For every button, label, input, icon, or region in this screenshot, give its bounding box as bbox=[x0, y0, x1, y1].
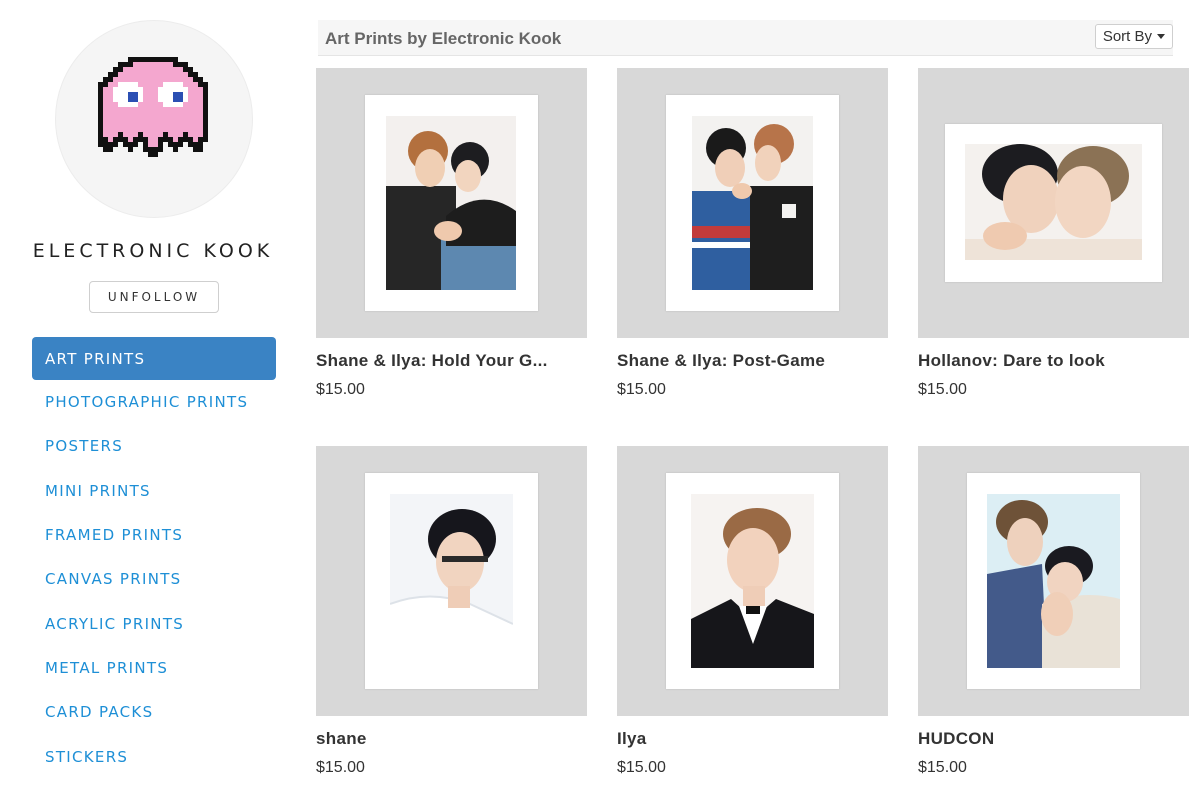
product-card[interactable]: Shane & Ilya: Hold Your G... $15.00 bbox=[316, 68, 587, 399]
sidebar-item-metal-prints[interactable]: METAL PRINTS bbox=[32, 646, 276, 690]
product-title[interactable]: Ilya bbox=[617, 729, 879, 749]
gallery-header: Art Prints by Electronic Kook Sort By bbox=[318, 20, 1173, 56]
sidebar-item-card-packs[interactable]: CARD PACKS bbox=[32, 690, 276, 734]
product-image[interactable] bbox=[617, 68, 888, 338]
print-mat bbox=[967, 473, 1140, 689]
product-image[interactable] bbox=[918, 68, 1189, 338]
artist-sidebar: ELECTRONIC KOOK UNFOLLOW ART PRINTS PHOT… bbox=[0, 0, 300, 786]
product-card[interactable]: HUDCON $15.00 bbox=[918, 446, 1189, 777]
print-mat bbox=[365, 95, 538, 311]
category-list: ART PRINTS PHOTOGRAPHIC PRINTS POSTERS M… bbox=[32, 337, 276, 779]
product-image[interactable] bbox=[316, 446, 587, 716]
artwork-thumbnail bbox=[965, 144, 1142, 260]
unfollow-button[interactable]: UNFOLLOW bbox=[89, 281, 219, 313]
product-title[interactable]: Hollanov: Dare to look bbox=[918, 351, 1180, 371]
sidebar-item-framed-prints[interactable]: FRAMED PRINTS bbox=[32, 513, 276, 557]
artwork-thumbnail bbox=[987, 494, 1120, 668]
sidebar-item-art-prints[interactable]: ART PRINTS bbox=[32, 337, 276, 380]
product-price: $15.00 bbox=[617, 759, 666, 776]
product-title[interactable]: HUDCON bbox=[918, 729, 1180, 749]
artwork-thumbnail bbox=[386, 116, 516, 290]
artwork-thumbnail bbox=[390, 494, 513, 668]
product-price: $15.00 bbox=[316, 759, 365, 776]
product-grid-area: Art Prints by Electronic Kook Sort By Sh… bbox=[316, 0, 1189, 786]
artwork-thumbnail bbox=[691, 494, 814, 668]
product-card[interactable]: Ilya $15.00 bbox=[617, 446, 888, 777]
product-card[interactable]: Hollanov: Dare to look $15.00 bbox=[918, 68, 1189, 399]
sidebar-item-mini-prints[interactable]: MINI PRINTS bbox=[32, 469, 276, 513]
sort-by-label: Sort By bbox=[1102, 28, 1152, 45]
avatar[interactable] bbox=[55, 20, 253, 218]
product-title[interactable]: Shane & Ilya: Hold Your G... bbox=[316, 351, 578, 371]
sort-by-dropdown[interactable]: Sort By bbox=[1094, 24, 1173, 49]
sidebar-item-photographic-prints[interactable]: PHOTOGRAPHIC PRINTS bbox=[32, 380, 276, 424]
product-card[interactable]: shane $15.00 bbox=[316, 446, 587, 777]
pink-ghost-icon bbox=[98, 57, 208, 157]
print-mat bbox=[666, 95, 839, 311]
print-mat bbox=[666, 473, 839, 689]
product-price: $15.00 bbox=[918, 381, 967, 398]
print-mat bbox=[945, 124, 1162, 282]
product-price: $15.00 bbox=[617, 381, 666, 398]
sidebar-item-canvas-prints[interactable]: CANVAS PRINTS bbox=[32, 557, 276, 601]
caret-down-icon bbox=[1157, 34, 1165, 39]
sidebar-item-stickers[interactable]: STICKERS bbox=[32, 734, 276, 778]
sidebar-item-posters[interactable]: POSTERS bbox=[32, 424, 276, 468]
artwork-thumbnail bbox=[692, 116, 813, 290]
artist-name[interactable]: ELECTRONIC KOOK bbox=[0, 240, 306, 262]
product-image[interactable] bbox=[316, 68, 587, 338]
product-image[interactable] bbox=[617, 446, 888, 716]
product-price: $15.00 bbox=[918, 759, 967, 776]
page-title: Art Prints by Electronic Kook bbox=[325, 29, 562, 48]
product-price: $15.00 bbox=[316, 381, 365, 398]
product-image[interactable] bbox=[918, 446, 1189, 716]
product-title[interactable]: Shane & Ilya: Post-Game bbox=[617, 351, 879, 371]
product-title[interactable]: shane bbox=[316, 729, 578, 749]
product-card[interactable]: Shane & Ilya: Post-Game $15.00 bbox=[617, 68, 888, 399]
page: ELECTRONIC KOOK UNFOLLOW ART PRINTS PHOT… bbox=[0, 0, 1199, 786]
sidebar-item-acrylic-prints[interactable]: ACRYLIC PRINTS bbox=[32, 601, 276, 645]
print-mat bbox=[365, 473, 538, 689]
